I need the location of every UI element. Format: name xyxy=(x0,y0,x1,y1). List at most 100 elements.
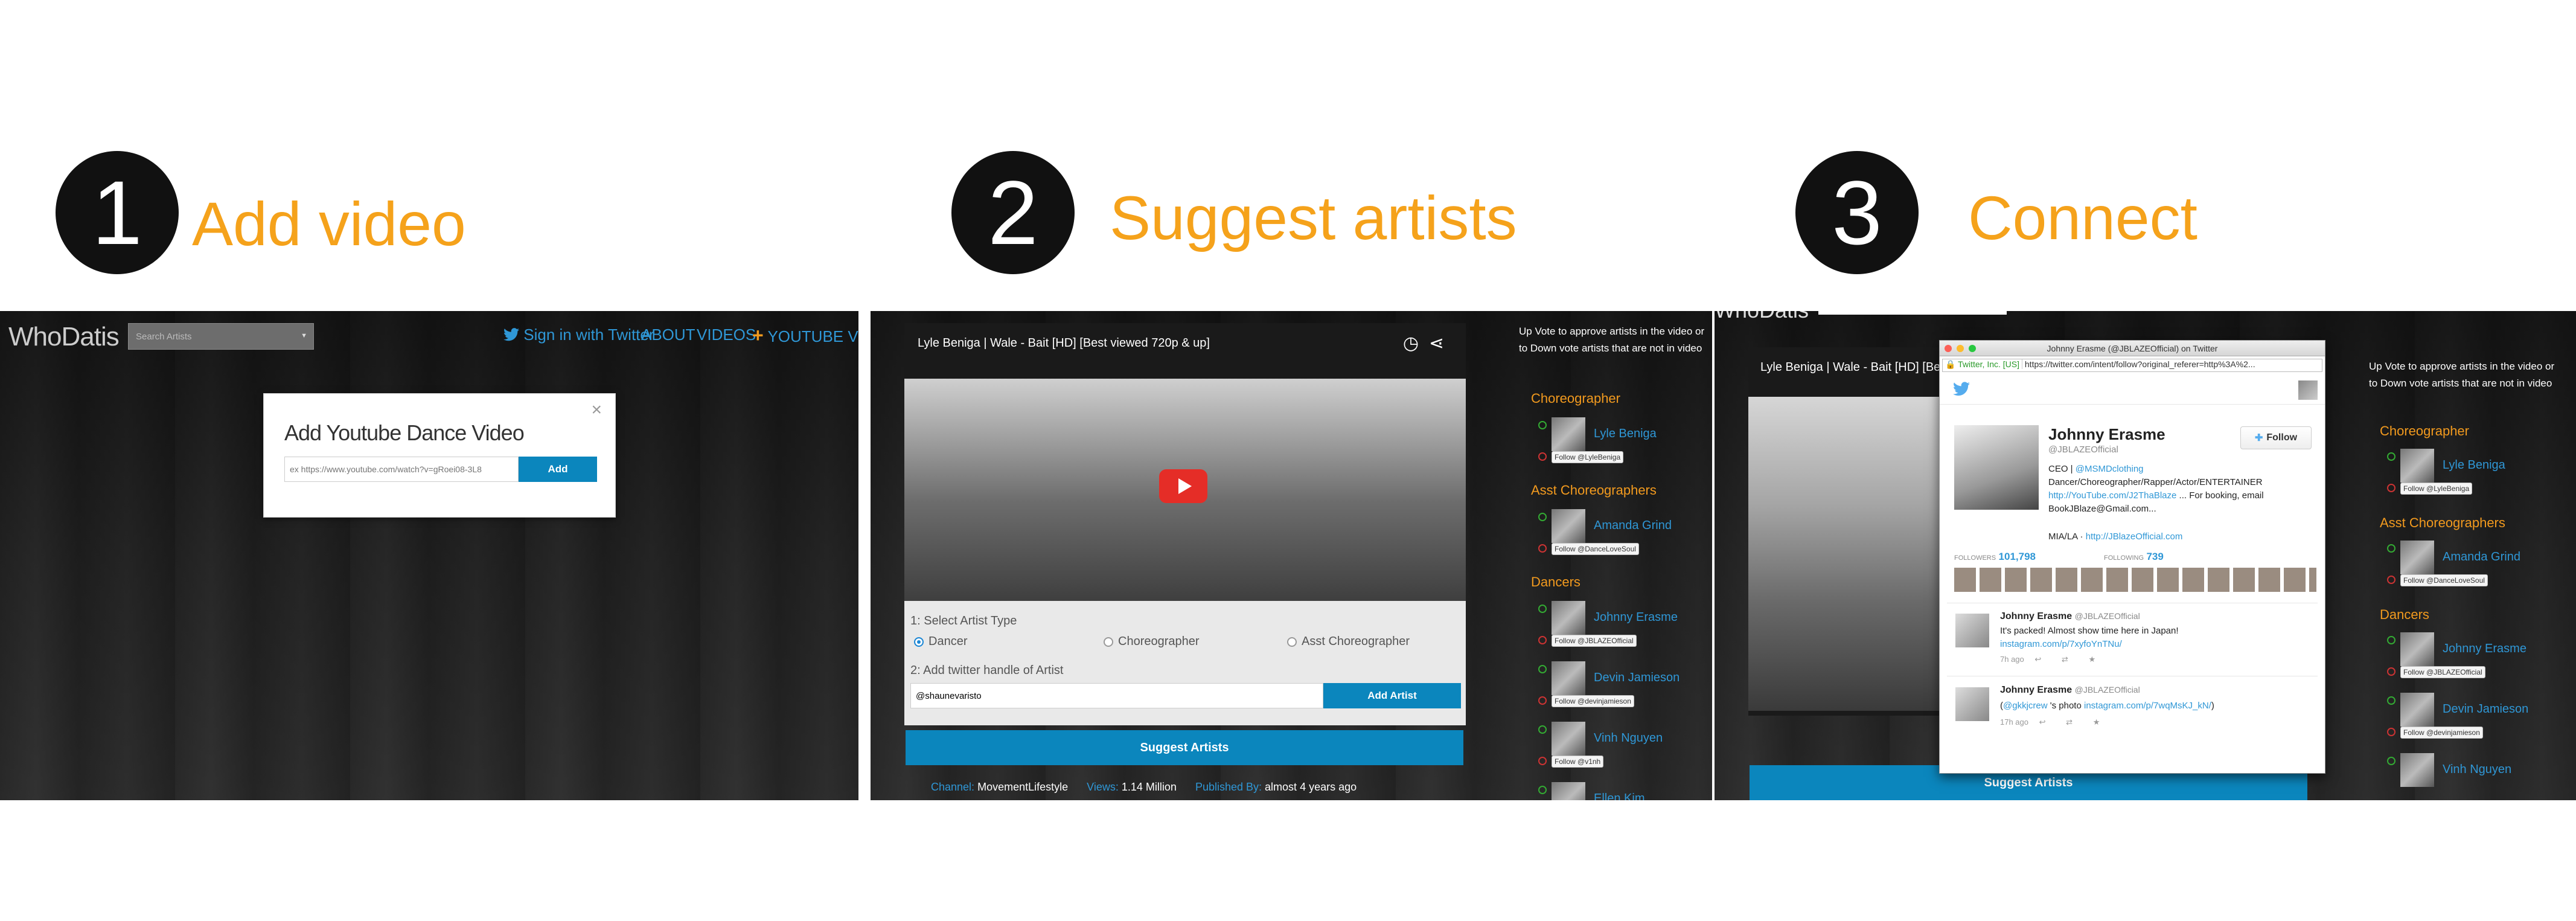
upvote-icon[interactable] xyxy=(1538,513,1547,521)
plus-icon: + xyxy=(752,324,764,346)
favorite-icon[interactable]: ★ xyxy=(2093,717,2100,727)
channel-value[interactable]: MovementLifestyle xyxy=(977,781,1068,793)
downvote-icon[interactable] xyxy=(2387,484,2395,492)
tweet-time[interactable]: 17h ago xyxy=(2000,717,2028,727)
downvote-icon[interactable] xyxy=(1538,544,1547,553)
tweet-author[interactable]: Johnny Erasme xyxy=(2000,611,2072,621)
twitter-follow-button[interactable]: Follow @JBLAZEOfficial xyxy=(1552,635,1637,647)
reply-icon[interactable]: ↩ xyxy=(2034,655,2041,664)
reply-icon[interactable]: ↩ xyxy=(2039,717,2046,727)
lock-icon: 🔒 xyxy=(1945,359,1956,369)
follow-button[interactable]: ✚ Follow xyxy=(2240,426,2312,449)
upvote-icon[interactable] xyxy=(2387,452,2395,461)
tweet-handle[interactable]: @JBLAZEOfficial xyxy=(2075,611,2140,621)
artist-name[interactable]: Vinh Nguyen xyxy=(1594,731,1663,745)
tweet-link[interactable]: instagram.com/p/7xyfoYnTNu/ xyxy=(2000,639,2122,649)
stat-followers[interactable]: FOLLOWERS 101,798 xyxy=(1954,551,2036,563)
downvote-icon[interactable] xyxy=(1538,636,1547,644)
tweet-mention[interactable]: @gkkjcrew xyxy=(2003,701,2048,711)
tweet-handle[interactable]: @JBLAZEOfficial xyxy=(2075,685,2140,695)
artist-sidebar: Up Vote to approve artists in the video … xyxy=(2369,358,2562,392)
twitter-follow-button[interactable]: Follow @LyleBeniga xyxy=(2400,483,2473,495)
nav-videos[interactable]: VIDEOS xyxy=(697,326,756,344)
artist-name[interactable]: Johnny Erasme xyxy=(2443,642,2526,656)
artist-name[interactable]: Amanda Grind xyxy=(2443,550,2520,564)
video-frame[interactable] xyxy=(904,379,1466,601)
artist-row: Devin Jamieson Follow @devinjamieson xyxy=(2387,693,2544,747)
downvote-icon[interactable] xyxy=(1538,452,1547,461)
downvote-icon[interactable] xyxy=(2387,576,2395,584)
url-bar[interactable]: 🔒 Twitter, Inc. [US] https://twitter.com… xyxy=(1942,359,2322,372)
twitter-follow-button[interactable]: Follow @DanceLoveSoul xyxy=(1552,543,1639,555)
user-avatar[interactable] xyxy=(2298,380,2318,400)
twitter-follow-button[interactable]: Follow @devinjamieson xyxy=(1552,695,1634,707)
twitter-follow-button[interactable]: Follow @LyleBeniga xyxy=(1552,451,1624,463)
clock-icon[interactable]: ◷ xyxy=(1403,333,1419,354)
upvote-icon[interactable] xyxy=(2387,544,2395,553)
nav-signin-twitter[interactable]: Sign in with Twitter xyxy=(503,326,654,344)
artist-name[interactable]: Lyle Beniga xyxy=(2443,458,2505,472)
share-icon[interactable]: ⋖ xyxy=(1429,333,1444,354)
video-frame[interactable] xyxy=(1748,397,1948,711)
stat-following[interactable]: FOLLOWING 739 xyxy=(2104,551,2164,563)
retweet-icon[interactable]: ⇄ xyxy=(2062,655,2068,664)
tweet[interactable]: Johnny Erasme @JBLAZEOfficial (@gkkjcrew… xyxy=(1947,682,2318,750)
upvote-icon[interactable] xyxy=(1538,725,1547,734)
upvote-icon[interactable] xyxy=(2387,757,2395,765)
avatar xyxy=(2400,449,2434,483)
twitter-handle-input[interactable] xyxy=(910,683,1323,708)
video-url-input[interactable] xyxy=(284,457,519,482)
tweet-author[interactable]: Johnny Erasme xyxy=(2000,685,2072,695)
twitter-follow-button[interactable]: Follow @DanceLoveSoul xyxy=(2400,574,2488,586)
artist-name[interactable]: Ellen Kim xyxy=(1594,792,1644,800)
artist-name[interactable]: Amanda Grind xyxy=(1594,519,1672,533)
upvote-icon[interactable] xyxy=(1538,605,1547,613)
upvote-icon[interactable] xyxy=(2387,696,2395,705)
twitter-follow-button[interactable]: Follow @devinjamieson xyxy=(2400,727,2483,739)
upvote-icon[interactable] xyxy=(1538,786,1547,794)
retweet-icon[interactable]: ⇄ xyxy=(2066,717,2073,727)
artist-name[interactable]: Lyle Beniga xyxy=(1594,427,1657,441)
downvote-icon[interactable] xyxy=(1538,696,1547,705)
upvote-icon[interactable] xyxy=(2387,636,2395,644)
site-logo-partial[interactable]: WhoDatis xyxy=(1715,311,1809,323)
upvote-icon[interactable] xyxy=(1538,421,1547,429)
radio-choreographer[interactable]: Choreographer xyxy=(1104,635,1200,649)
downvote-icon[interactable] xyxy=(1538,757,1547,765)
upvote-icon[interactable] xyxy=(1538,665,1547,673)
tweet-time[interactable]: 7h ago xyxy=(2000,655,2024,664)
radio-dancer-dot[interactable] xyxy=(914,637,924,647)
tweet-link[interactable]: instagram.com/p/7wqMsKJ_kN/ xyxy=(2084,701,2211,711)
avatar xyxy=(1552,601,1585,635)
artist-name[interactable]: Johnny Erasme xyxy=(1594,611,1678,624)
add-video-button[interactable]: Add xyxy=(519,457,597,482)
radio-dancer[interactable]: Dancer xyxy=(914,635,967,649)
radio-asst-choreographer-dot[interactable] xyxy=(1287,637,1297,647)
radio-choreographer-dot[interactable] xyxy=(1104,637,1113,647)
artist-row: Devin Jamieson Follow @devinjamieson xyxy=(1538,661,1695,716)
twitter-follow-button[interactable]: Follow @v1nh xyxy=(1552,756,1604,768)
nav-about[interactable]: ABOUT xyxy=(641,326,695,344)
suggest-artists-button[interactable]: Suggest Artists xyxy=(906,730,1463,765)
close-icon[interactable]: × xyxy=(591,400,602,420)
radio-asst-choreographer[interactable]: Asst Choreographer xyxy=(1287,635,1410,649)
downvote-icon[interactable] xyxy=(2387,728,2395,736)
artist-search-select[interactable]: Search Artists ▼ xyxy=(128,323,314,350)
play-icon[interactable] xyxy=(1159,469,1207,503)
twitter-follow-button[interactable]: Follow @JBLAZEOfficial xyxy=(2400,666,2485,678)
tweet[interactable]: Johnny Erasme @JBLAZEOfficial It's packe… xyxy=(1947,609,2318,676)
nav-youtube-video[interactable]: + YOUTUBE VIDEO xyxy=(752,324,858,347)
site-logo[interactable]: WhoDatis xyxy=(8,322,120,352)
artist-name[interactable]: Vinh Nguyen xyxy=(2443,763,2511,777)
artist-name[interactable]: Devin Jamieson xyxy=(2443,702,2528,716)
panel-connect: WhoDatis Lyle Beniga | Wale - Bait [HD] … xyxy=(1715,311,2576,800)
add-artist-button[interactable]: Add Artist xyxy=(1323,683,1461,708)
downvote-icon[interactable] xyxy=(2387,667,2395,676)
artist-name[interactable]: Devin Jamieson xyxy=(1594,671,1680,685)
favorite-icon[interactable]: ★ xyxy=(2088,655,2095,664)
search-bar-partial[interactable] xyxy=(1818,311,2007,315)
video-title: Lyle Beniga | Wale - Bait [HD] [Best xyxy=(1760,361,1950,374)
published-label: Published By: xyxy=(1195,781,1262,793)
step-3-number: 3 xyxy=(1795,151,1919,274)
video-player[interactable]: Lyle Beniga | Wale - Bait [HD] [Best vie… xyxy=(904,323,1466,601)
